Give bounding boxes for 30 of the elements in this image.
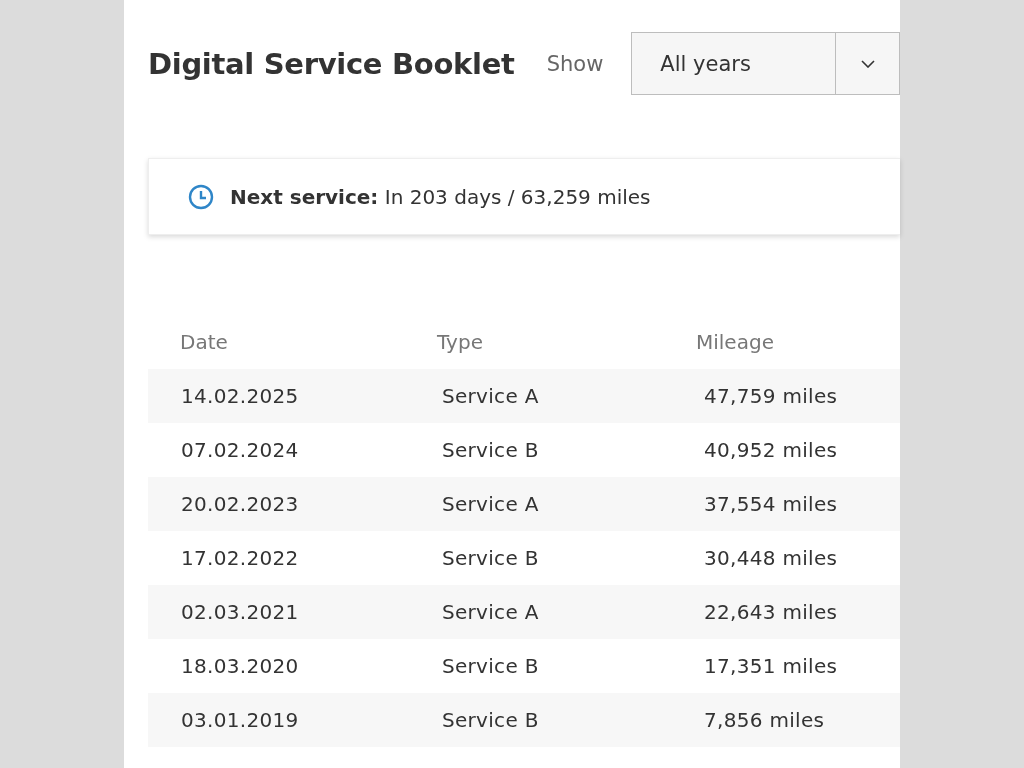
column-header: Date bbox=[180, 330, 229, 354]
type-cell-text: Service A bbox=[442, 492, 540, 516]
date-cell-text: 02.03.2021 bbox=[181, 600, 300, 624]
year-dropdown[interactable]: All years bbox=[631, 32, 900, 95]
type-cell-text: Service B bbox=[442, 654, 540, 678]
date-cell-text: 17.02.2022 bbox=[181, 546, 300, 570]
date-cell-text: 07.02.2024 bbox=[181, 438, 300, 462]
chevron-down-icon bbox=[860, 59, 875, 68]
next-service-text: Next service: In 203 days / 63,259 miles bbox=[230, 184, 651, 209]
mileage-cell-text: 47,759 miles bbox=[704, 384, 839, 408]
mileage-cell-text: 7,856 miles bbox=[704, 708, 826, 732]
column-header: Type bbox=[437, 330, 484, 354]
clock-icon bbox=[188, 183, 214, 210]
mileage-cell-text: 37,554 miles bbox=[704, 492, 839, 516]
filter-label: Show bbox=[546, 51, 604, 76]
column-header: Mileage bbox=[696, 330, 775, 354]
mileage-cell-text: 17,351 miles bbox=[704, 654, 839, 678]
type-cell-text: Service B bbox=[442, 708, 540, 732]
type-cell-text: Service A bbox=[442, 600, 540, 624]
type-cell-text: Service B bbox=[442, 546, 540, 570]
mileage-cell-text: 40,952 miles bbox=[704, 438, 839, 462]
date-cell-text: 20.02.2023 bbox=[181, 492, 300, 516]
date-cell-text: 14.02.2025 bbox=[181, 384, 300, 408]
mileage-cell-text: 22,643 miles bbox=[704, 600, 839, 624]
type-cell-text: Service A bbox=[442, 384, 540, 408]
type-cell-text: Service B bbox=[442, 438, 540, 462]
date-cell-text: 18.03.2020 bbox=[181, 654, 300, 678]
mileage-cell-text: 30,448 miles bbox=[704, 546, 839, 570]
date-cell-text: 03.01.2019 bbox=[181, 708, 300, 732]
page-title: Digital Service Booklet bbox=[148, 46, 515, 81]
